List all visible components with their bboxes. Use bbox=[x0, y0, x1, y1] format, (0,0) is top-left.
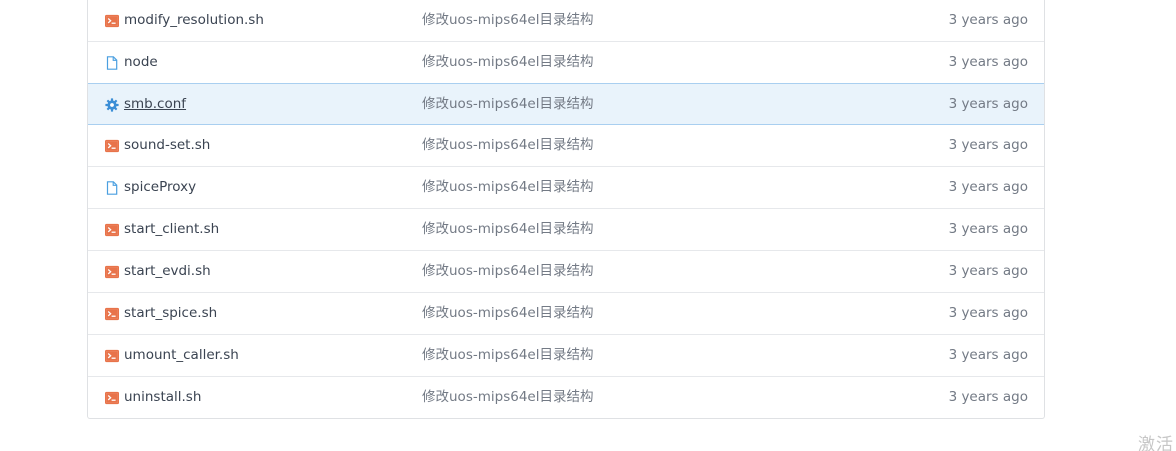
commit-time: 3 years ago bbox=[948, 54, 1028, 70]
file-row[interactable]: uninstall.sh 修改uos-mips64el目录结构 3 years ag… bbox=[88, 376, 1044, 418]
terminal-file-icon bbox=[104, 348, 120, 363]
commit-message-link[interactable]: 修改uos-mips64el目录结构 bbox=[422, 95, 593, 113]
commit-time: 3 years ago bbox=[948, 179, 1028, 195]
file-row[interactable]: modify_resolution.sh 修改uos-mips64el目录结构 3 … bbox=[88, 0, 1044, 41]
file-row[interactable]: umount_caller.sh 修改uos-mips64el目录结构 3 year… bbox=[88, 334, 1044, 376]
gear-icon bbox=[105, 97, 119, 112]
file-row[interactable]: start_evdi.sh 修改uos-mips64el目录结构 3 years a… bbox=[88, 250, 1044, 292]
terminal-file-icon bbox=[104, 13, 120, 28]
file-list-table: modify_resolution.sh 修改uos-mips64el目录结构 3 … bbox=[87, 0, 1045, 419]
terminal-file-icon bbox=[104, 390, 120, 405]
commit-message-link[interactable]: 修改uos-mips64el目录结构 bbox=[422, 178, 593, 196]
commit-time: 3 years ago bbox=[948, 347, 1028, 363]
commit-time: 3 years ago bbox=[948, 305, 1028, 321]
file-name-link[interactable]: spiceProxy bbox=[124, 178, 196, 196]
file-name-link[interactable]: umount_caller.sh bbox=[124, 346, 239, 364]
file-name-link[interactable]: start_client.sh bbox=[124, 220, 219, 238]
commit-message-link[interactable]: 修改uos-mips64el目录结构 bbox=[422, 388, 593, 406]
commit-message-link[interactable]: 修改uos-mips64el目录结构 bbox=[422, 220, 593, 238]
file-row[interactable]: spiceProxy 修改uos-mips64el目录结构 3 years ago bbox=[88, 166, 1044, 208]
activation-watermark: 激活 bbox=[1138, 435, 1174, 451]
terminal-file-icon bbox=[104, 138, 120, 153]
commit-message-link[interactable]: 修改uos-mips64el目录结构 bbox=[422, 304, 593, 322]
file-name-link[interactable]: start_evdi.sh bbox=[124, 262, 211, 280]
commit-time: 3 years ago bbox=[948, 389, 1028, 405]
file-icon bbox=[105, 55, 119, 70]
file-name-link[interactable]: start_spice.sh bbox=[124, 304, 217, 322]
commit-message-link[interactable]: 修改uos-mips64el目录结构 bbox=[422, 262, 593, 280]
terminal-file-icon bbox=[104, 222, 120, 237]
commit-time: 3 years ago bbox=[948, 263, 1028, 279]
commit-time: 3 years ago bbox=[948, 96, 1028, 112]
commit-time: 3 years ago bbox=[948, 12, 1028, 28]
commit-message-link[interactable]: 修改uos-mips64el目录结构 bbox=[422, 53, 593, 71]
file-row[interactable]: sound-set.sh 修改uos-mips64el目录结构 3 years ag… bbox=[88, 125, 1044, 166]
file-name-link[interactable]: uninstall.sh bbox=[124, 388, 201, 406]
terminal-file-icon bbox=[104, 264, 120, 279]
file-name-link[interactable]: smb.conf bbox=[124, 95, 186, 113]
commit-message-link[interactable]: 修改uos-mips64el目录结构 bbox=[422, 346, 593, 364]
file-name-link[interactable]: sound-set.sh bbox=[124, 136, 210, 154]
file-icon bbox=[105, 180, 119, 195]
file-row[interactable]: start_spice.sh 修改uos-mips64el目录结构 3 years … bbox=[88, 292, 1044, 334]
file-row[interactable]: node 修改uos-mips64el目录结构 3 years ago bbox=[88, 41, 1044, 83]
commit-message-link[interactable]: 修改uos-mips64el目录结构 bbox=[422, 136, 593, 154]
file-row[interactable]: start_client.sh 修改uos-mips64el目录结构 3 years… bbox=[88, 208, 1044, 250]
commit-time: 3 years ago bbox=[948, 137, 1028, 153]
page: modify_resolution.sh 修改uos-mips64el目录结构 3 … bbox=[0, 0, 1176, 451]
terminal-file-icon bbox=[104, 306, 120, 321]
file-name-link[interactable]: node bbox=[124, 53, 158, 71]
file-name-link[interactable]: modify_resolution.sh bbox=[124, 11, 264, 29]
commit-time: 3 years ago bbox=[948, 221, 1028, 237]
file-row[interactable]: smb.conf 修改uos-mips64el目录结构 3 years ago bbox=[88, 83, 1044, 125]
commit-message-link[interactable]: 修改uos-mips64el目录结构 bbox=[422, 11, 593, 29]
